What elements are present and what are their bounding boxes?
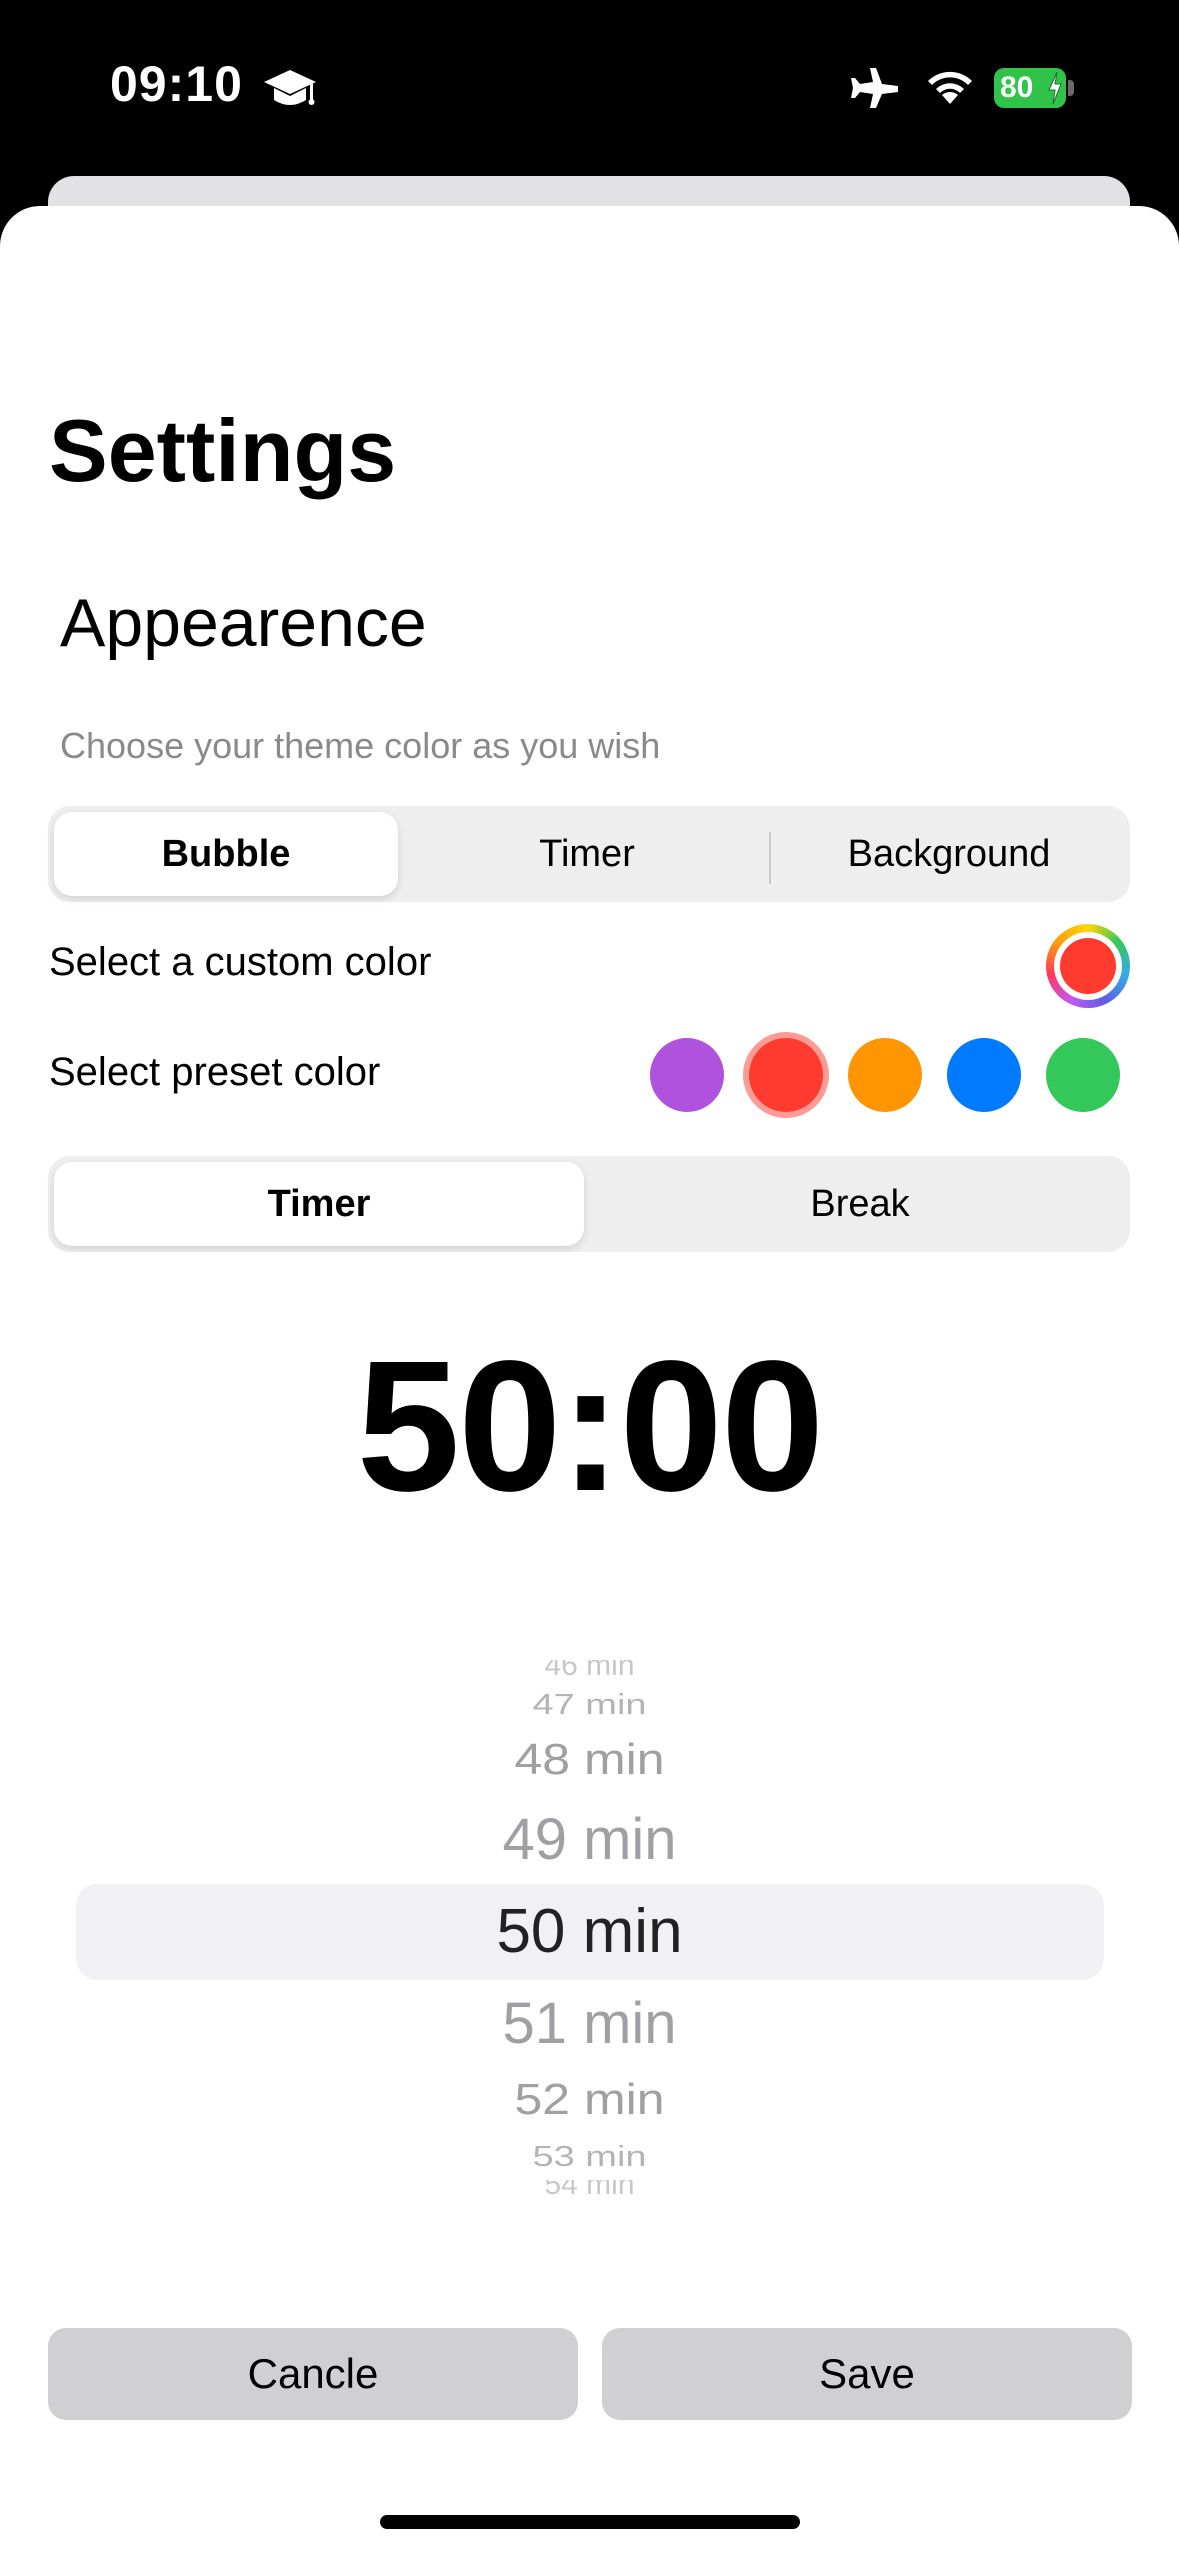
picker-item-selected: 50 min xyxy=(496,1897,683,1966)
tab-bubble[interactable]: Bubble xyxy=(54,812,398,896)
segment-divider xyxy=(769,832,771,884)
custom-color-label: Select a custom color xyxy=(49,940,432,984)
preset-color-label: Select preset color xyxy=(49,1050,381,1094)
bolt-icon xyxy=(1048,72,1062,104)
duration-picker[interactable]: 46 min 47 min 48 min 49 min 50 min 51 mi… xyxy=(0,1660,1179,2200)
picker-item: 51 min xyxy=(502,1991,677,2056)
picker-item: 48 min xyxy=(514,1734,665,1784)
preset-color-green[interactable] xyxy=(1046,1038,1120,1112)
airplane-icon xyxy=(851,68,898,108)
picker-item: 47 min xyxy=(532,1689,647,1721)
battery-icon: 80 xyxy=(994,68,1074,108)
tab-break-mode[interactable]: Break xyxy=(596,1162,1124,1246)
custom-color-swatch xyxy=(1060,938,1116,994)
battery-tip xyxy=(1068,80,1074,96)
tab-background[interactable]: Background xyxy=(774,812,1124,896)
graduation-cap-icon xyxy=(264,70,316,105)
section-title: Appearence xyxy=(60,585,427,661)
preset-color-orange[interactable] xyxy=(848,1038,922,1112)
preset-color-purple[interactable] xyxy=(650,1038,724,1112)
cancel-button[interactable]: Cancle xyxy=(48,2328,578,2420)
preset-color-red[interactable] xyxy=(749,1038,823,1112)
status-bar: 09:10 80 xyxy=(0,0,1179,170)
save-button[interactable]: Save xyxy=(602,2328,1132,2420)
tab-timer[interactable]: Timer xyxy=(410,812,764,896)
picker-item: 53 min xyxy=(532,2141,647,2173)
page-title: Settings xyxy=(49,401,397,500)
picker-item: 54 min xyxy=(0,2180,1179,2196)
status-time: 09:10 xyxy=(110,56,243,112)
custom-color-picker[interactable] xyxy=(1046,924,1130,1008)
home-indicator xyxy=(380,2515,800,2529)
picker-item: 46 min xyxy=(544,1660,635,1680)
picker-item: 49 min xyxy=(502,1807,677,1872)
section-subtitle: Choose your theme color as you wish xyxy=(60,725,661,766)
mode-segmented-control: Timer Break xyxy=(48,1156,1130,1252)
picker-item: 52 min xyxy=(514,2074,665,2124)
preset-color-blue[interactable] xyxy=(947,1038,1021,1112)
wifi-icon xyxy=(928,71,972,104)
timer-display: 50:00 xyxy=(356,1323,825,1530)
theme-target-segmented-control: Bubble Timer Background xyxy=(48,806,1130,902)
tab-timer-mode[interactable]: Timer xyxy=(54,1162,584,1246)
